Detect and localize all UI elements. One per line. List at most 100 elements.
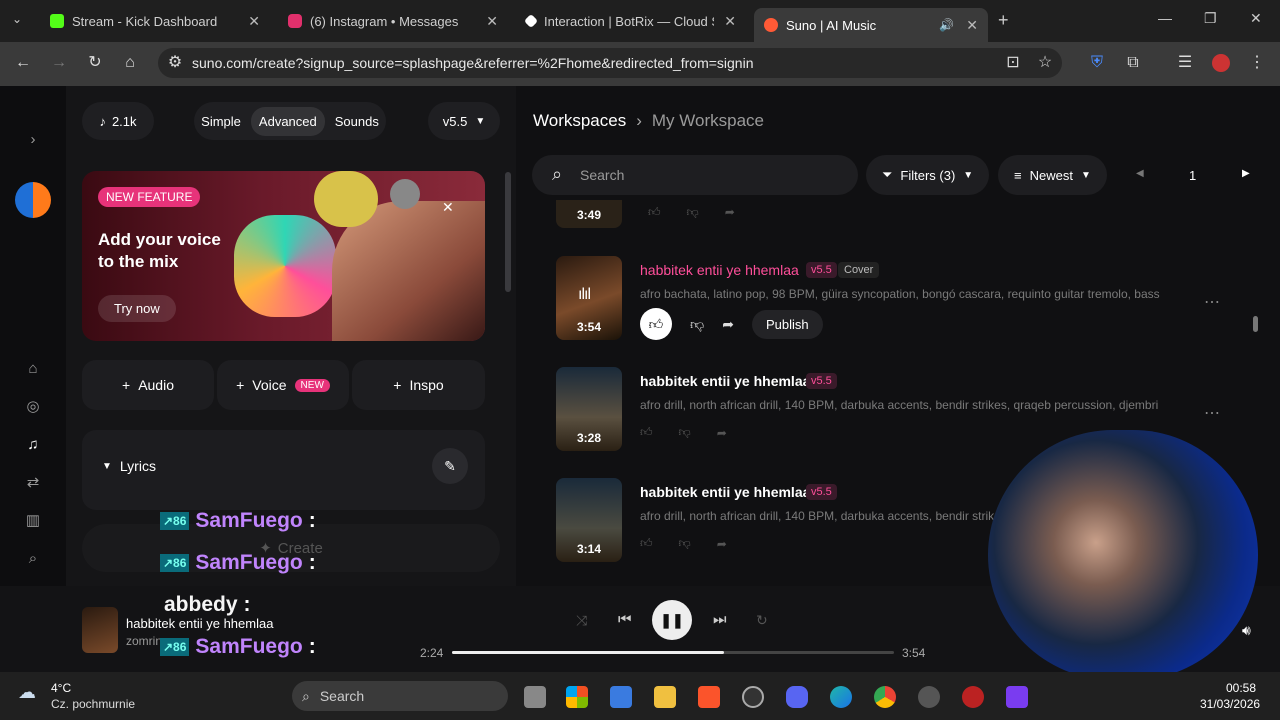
mode-simple[interactable]: Simple — [193, 107, 249, 136]
shuffle-icon[interactable]: ⤨ — [576, 612, 587, 629]
song-row-partial[interactable]: 3:49 — [556, 200, 622, 228]
song-title[interactable]: habbitek entii ye hhemlaa — [640, 262, 799, 278]
thumbs-down-icon[interactable]: 👎︎ — [687, 205, 699, 220]
previous-icon[interactable]: ⏮ — [618, 611, 632, 628]
song-search-input[interactable]: Search — [532, 155, 858, 195]
inspo-button[interactable]: + Inspo — [352, 360, 485, 410]
expand-sidebar-icon[interactable]: › — [24, 131, 42, 149]
app-icon[interactable] — [962, 686, 984, 708]
menu-dots-icon[interactable]: ⋮ — [1248, 54, 1266, 72]
tab-botrix[interactable]: Interaction | BotRix — Cloud St ✕ — [516, 8, 746, 34]
thumbs-up-icon[interactable]: 👍︎ — [640, 425, 653, 440]
back-icon[interactable]: ← — [14, 54, 32, 72]
search-nav-icon[interactable]: ⌕ — [24, 550, 42, 568]
media-control-icon[interactable]: ☰ — [1176, 54, 1194, 72]
mode-advanced[interactable]: Advanced — [250, 106, 325, 136]
share-icon[interactable]: ➦ — [717, 537, 727, 551]
profile-avatar[interactable] — [1212, 54, 1230, 72]
tab-suno[interactable]: Suno | AI Music 🔊 ✕ — [754, 8, 988, 42]
brave-icon[interactable] — [698, 686, 720, 708]
thumbs-up-icon[interactable]: 👍︎ — [648, 205, 661, 220]
breadcrumb-workspaces[interactable]: Workspaces — [533, 111, 626, 131]
more-options-icon[interactable]: ⋯ — [1204, 292, 1220, 312]
extension-shield-icon[interactable]: ⛨ — [1088, 54, 1106, 72]
extensions-icon[interactable]: ⧉ — [1124, 54, 1142, 72]
app-icon[interactable] — [918, 686, 940, 708]
edge-icon[interactable] — [830, 686, 852, 708]
volume-icon[interactable]: 🔊︎ — [1242, 622, 1251, 639]
weather-icon[interactable]: ☁ — [18, 682, 36, 703]
discord-icon[interactable] — [786, 686, 808, 708]
close-icon[interactable]: ✕ — [966, 17, 978, 34]
explore-nav-icon[interactable]: ◎ — [24, 398, 42, 416]
home-nav-icon[interactable]: ⌂ — [24, 360, 42, 378]
repeat-icon[interactable]: ↻ — [756, 612, 768, 629]
thumbs-down-icon[interactable]: 👎︎ — [679, 425, 691, 440]
sort-button[interactable]: ≡ Newest ▼ — [998, 155, 1107, 195]
add-voice-button[interactable]: + Voice NEW — [217, 360, 349, 410]
close-banner-icon[interactable]: ✕ — [442, 199, 454, 216]
share-icon[interactable]: ➦ — [722, 316, 734, 333]
obs-icon[interactable] — [742, 686, 764, 708]
thumbs-down-icon[interactable]: 👎︎ — [690, 316, 704, 333]
seek-bar[interactable] — [452, 651, 894, 654]
thumbs-up-icon[interactable]: 👍︎ — [640, 308, 672, 340]
tab-kick[interactable]: Stream - Kick Dashboard ✕ — [40, 8, 270, 34]
right-scrollbar[interactable] — [1253, 316, 1258, 332]
restore-icon[interactable]: ❐ — [1204, 10, 1217, 27]
next-icon[interactable]: ⏭ — [713, 611, 727, 628]
new-tab-button[interactable]: + — [998, 10, 1009, 31]
credits-button[interactable]: ♪ 2.1k — [82, 102, 154, 140]
close-icon[interactable]: ✕ — [724, 13, 736, 30]
studio-nav-icon[interactable]: ⇄ — [24, 474, 42, 492]
tab-instagram[interactable]: (6) Instagram • Messages ✕ — [278, 8, 508, 34]
tab-list-button[interactable]: ⌄ — [12, 12, 22, 26]
chrome-icon[interactable] — [874, 686, 896, 708]
windows-icon[interactable] — [566, 686, 588, 708]
forward-icon[interactable]: → — [50, 54, 68, 72]
reload-icon[interactable]: ↻ — [86, 54, 104, 72]
share-icon[interactable]: ➦ — [725, 205, 735, 220]
publish-button[interactable]: Publish — [751, 309, 823, 339]
more-options-icon[interactable]: ⋯ — [1204, 403, 1220, 423]
close-icon[interactable]: ✕ — [248, 13, 260, 30]
user-avatar[interactable] — [15, 182, 51, 218]
add-audio-button[interactable]: + Audio — [82, 360, 214, 410]
speaker-icon[interactable]: 🔊 — [939, 18, 954, 32]
thumbs-up-icon[interactable]: 👍︎ — [640, 536, 653, 551]
prev-page-icon[interactable]: ◀ — [1136, 168, 1144, 179]
version-select[interactable]: v5.5 ▼ — [428, 102, 500, 140]
song-row[interactable]: ılıl 3:54 habbitek entii ye hhemlaa v5.5… — [556, 256, 1236, 346]
version-badge: v5.5 — [806, 262, 837, 278]
pause-button[interactable]: ❚❚ — [652, 600, 692, 640]
task-view-icon[interactable] — [524, 686, 546, 708]
bitwarden-icon[interactable] — [1006, 686, 1028, 708]
thumbs-down-icon[interactable]: 👎︎ — [679, 536, 691, 551]
url-bar[interactable]: suno.com/create?signup_source=splashpage… — [158, 48, 1062, 78]
magic-wand-icon[interactable]: ✎ — [432, 448, 468, 484]
minimize-icon[interactable]: — — [1158, 10, 1172, 26]
lyrics-toggle[interactable]: ▼ Lyrics — [102, 458, 156, 474]
home-icon[interactable]: ⌂ — [121, 54, 139, 72]
try-now-button[interactable]: Try now — [98, 295, 176, 322]
next-page-icon[interactable]: ▶ — [1242, 168, 1250, 179]
song-title[interactable]: habbitek entii ye hhemlaa — [640, 373, 810, 389]
close-icon[interactable]: ✕ — [486, 13, 498, 30]
taskbar-search[interactable]: ⌕ Search — [292, 681, 508, 711]
store-icon[interactable] — [610, 686, 632, 708]
bookmark-star-icon[interactable]: ☆ — [1036, 54, 1054, 72]
install-icon[interactable]: ⊡ — [1004, 54, 1022, 72]
close-window-icon[interactable]: ✕ — [1250, 10, 1262, 27]
site-info-icon[interactable]: ⚙ — [166, 54, 184, 72]
create-nav-icon[interactable]: ♫ — [24, 436, 42, 454]
now-playing-artist[interactable]: zomrin — [126, 634, 162, 648]
now-playing-cover[interactable] — [82, 607, 118, 653]
share-icon[interactable]: ➦ — [717, 426, 727, 440]
left-scrollbar[interactable] — [505, 172, 511, 292]
song-title[interactable]: habbitek entii ye hhemlaa — [640, 484, 810, 500]
mode-sounds[interactable]: Sounds — [327, 107, 387, 136]
file-explorer-icon[interactable] — [654, 686, 676, 708]
filters-button[interactable]: ⏷ Filters (3) ▼ — [866, 155, 990, 195]
now-playing-title[interactable]: habbitek entii ye hhemlaa — [126, 616, 273, 631]
library-nav-icon[interactable]: ▥ — [24, 512, 42, 530]
